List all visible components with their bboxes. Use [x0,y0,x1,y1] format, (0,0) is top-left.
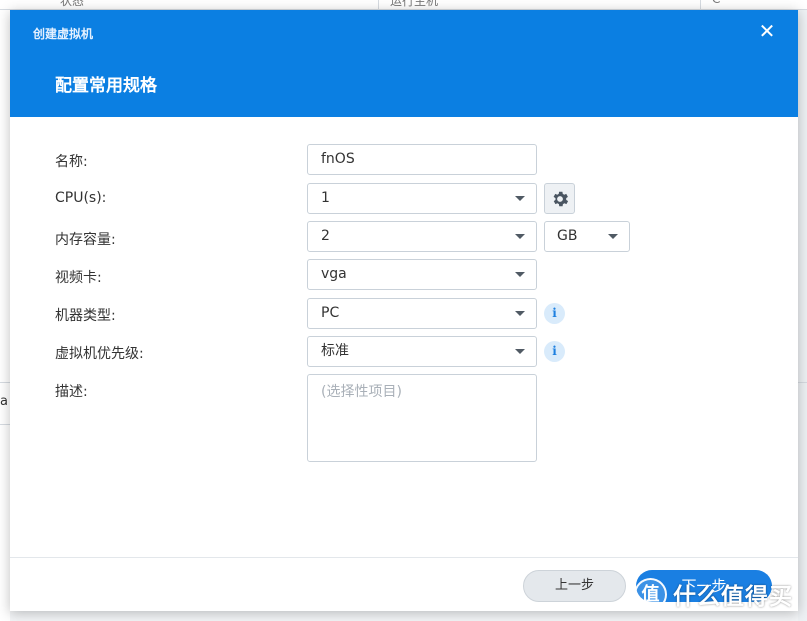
memory-select-value: 2 [321,228,330,244]
machine-type-value: PC [321,305,340,321]
name-label: 名称: [55,154,88,170]
info-icon[interactable]: i [544,341,565,362]
machine-type-label: 机器类型: [55,308,116,324]
cpu-label: CPU(s): [55,190,107,206]
chevron-down-icon [515,196,525,201]
description-textarea[interactable]: (选择性项目) [307,374,537,462]
memory-select[interactable]: 2 [307,221,537,252]
chevron-down-icon [515,234,525,239]
name-input-value: fnOS [321,151,355,167]
memory-unit-value: GB [557,228,578,244]
video-card-label: 视频卡: [55,270,102,286]
memory-unit-select[interactable]: GB [544,221,630,252]
info-icon[interactable]: i [544,303,565,324]
chevron-down-icon [608,234,618,239]
background-table-header: 状态 运行主机 C [0,0,807,10]
background-row-divider [0,424,10,425]
video-card-value: vga [321,266,347,282]
create-vm-dialog: 创建虚拟机 ✕ 配置常用规格 名称: fnOS CPU(s): 1 内存容量: … [10,10,798,611]
background-column-divider [378,0,379,10]
name-input[interactable]: fnOS [307,144,537,175]
background-row-divider [798,382,807,383]
dialog-subtitle: 配置常用规格 [55,76,157,96]
priority-label: 虚拟机优先级: [55,346,144,362]
watermark-logo: 值 [634,577,667,611]
description-placeholder: (选择性项目) [321,384,402,400]
background-column-other: C [712,0,720,6]
close-icon[interactable]: ✕ [756,20,778,42]
memory-label: 内存容量: [55,232,116,248]
watermark-text: 什么值得买 [673,584,793,610]
cpu-select[interactable]: 1 [307,183,537,214]
machine-type-select[interactable]: PC [307,298,537,329]
background-row-text: a [0,394,8,409]
cpu-settings-button[interactable] [544,183,575,214]
priority-value: 标准 [321,343,349,359]
dialog-title: 创建虚拟机 [33,27,94,41]
chevron-down-icon [515,349,525,354]
background-right-panel [798,10,807,621]
background-left-panel [0,10,10,621]
gear-icon [553,191,568,206]
background-row-divider [0,382,10,383]
background-column-host: 运行主机 [390,0,439,8]
previous-button[interactable]: 上一步 [523,570,626,602]
dialog-header: 创建虚拟机 ✕ 配置常用规格 [10,10,798,117]
watermark: 值 什么值得买 [634,574,793,614]
description-label: 描述: [55,384,88,400]
cpu-select-value: 1 [321,190,330,206]
background-column-status: 状态 [60,0,85,8]
chevron-down-icon [515,311,525,316]
background-column-divider [700,0,701,10]
video-card-select[interactable]: vga [307,259,537,290]
priority-select[interactable]: 标准 [307,336,537,367]
chevron-down-icon [515,272,525,277]
